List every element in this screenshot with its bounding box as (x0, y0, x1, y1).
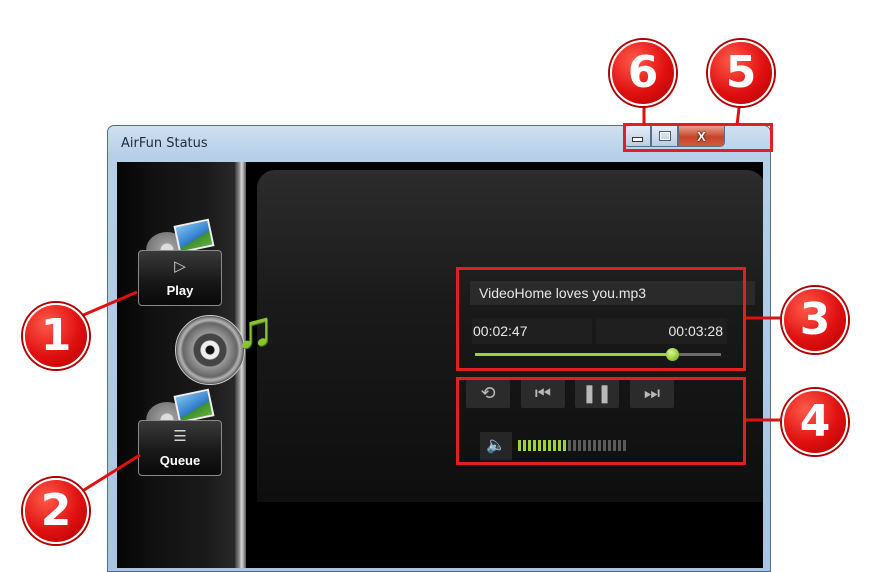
callout-4: 4 (782, 389, 848, 455)
callout-5: 5 (708, 40, 774, 106)
callout-3: 3 (782, 287, 848, 353)
callout-2: 2 (23, 478, 89, 544)
callout-6: 6 (610, 40, 676, 106)
callout-1: 1 (23, 303, 89, 369)
